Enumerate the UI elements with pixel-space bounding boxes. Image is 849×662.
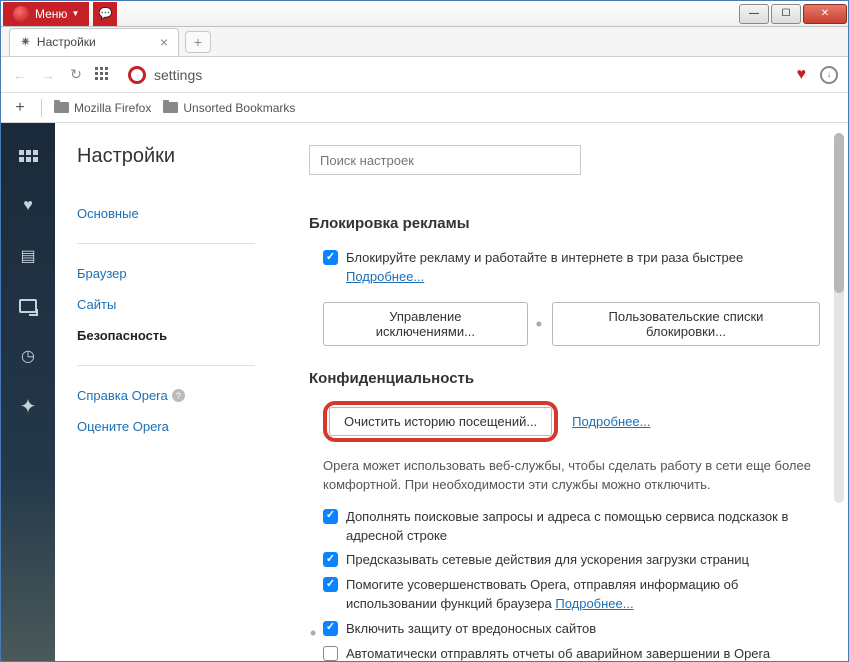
tab-title: Настройки [37, 35, 96, 49]
bookmark-bar: + Mozilla Firefox Unsorted Bookmarks [1, 93, 848, 123]
sidebar-item-sites[interactable]: Сайты [77, 289, 275, 320]
speed-dial-icon[interactable] [95, 67, 111, 83]
cb-malware-protection[interactable]: ✓ [323, 621, 338, 636]
icon-rail: ♥ ▤ ◷ ✦ [1, 123, 55, 661]
add-bookmark-button[interactable]: + [11, 99, 29, 117]
bookmark-folder-unsorted[interactable]: Unsorted Bookmarks [163, 101, 295, 115]
rail-personal-news-button[interactable] [17, 295, 39, 317]
bookmark-heart-button[interactable]: ♥ [797, 66, 807, 84]
new-tab-button[interactable]: + [185, 31, 211, 53]
separator [41, 99, 42, 117]
address-field[interactable] [121, 61, 783, 89]
settings-sidebar: Настройки Основные Браузер Сайты Безопас… [55, 123, 275, 661]
reload-button[interactable]: ↻ [67, 66, 85, 83]
scrollbar-thumb[interactable] [834, 133, 844, 293]
rail-history-button[interactable]: ◷ [17, 345, 39, 367]
cb-usage-stats[interactable]: ✓ [323, 577, 338, 592]
folder-icon [54, 102, 69, 113]
opera-menu-button[interactable]: Меню ▼ [3, 2, 89, 26]
separator [77, 243, 255, 244]
menu-label: Меню [35, 7, 67, 21]
opera-o-icon [128, 66, 146, 84]
privacy-heading: Конфиденциальность [309, 370, 820, 387]
clear-history-highlight: Очистить историю посещений... [323, 401, 558, 442]
cb-crash-reports[interactable] [323, 646, 338, 661]
settings-title: Настройки [77, 145, 275, 168]
url-input[interactable] [154, 67, 776, 83]
folder-icon [163, 102, 178, 113]
rail-speed-dial-button[interactable] [17, 145, 39, 167]
speech-bubble-button[interactable]: 💬 [93, 2, 117, 26]
custom-block-lists-button[interactable]: Пользовательские списки блокировки... [552, 302, 820, 346]
tab-settings[interactable]: ✷ Настройки × [9, 28, 179, 56]
back-button[interactable]: ← [11, 67, 29, 83]
chevron-down-icon: ▼ [71, 9, 79, 18]
block-ads-checkbox[interactable]: ✓ [323, 250, 338, 265]
main-area: ♥ ▤ ◷ ✦ Настройки Основные Браузер Сайты… [1, 123, 848, 661]
rail-bookmarks-button[interactable]: ♥ [17, 195, 39, 217]
settings-content: Блокировка рекламы ✓ Блокируйте рекламу … [275, 123, 848, 661]
ads-heading: Блокировка рекламы [309, 215, 820, 232]
ads-more-link[interactable]: Подробнее... [346, 269, 424, 284]
cb-predict-network[interactable]: ✓ [323, 552, 338, 567]
cb-predict-network-label: Предсказывать сетевые действия для ускор… [346, 551, 749, 570]
window-titlebar: Меню ▼ 💬 — ☐ ✕ [1, 1, 848, 27]
close-window-button[interactable]: ✕ [803, 4, 847, 24]
settings-search-input[interactable] [309, 145, 581, 175]
usage-more-link[interactable]: Подробнее... [555, 596, 633, 611]
manage-exceptions-button[interactable]: Управление исключениями... [323, 302, 528, 346]
forward-button[interactable]: → [39, 67, 57, 83]
cb-crash-reports-label: Автоматически отправлять отчеты об авари… [346, 645, 820, 661]
sidebar-item-help[interactable]: Справка Opera ? [77, 380, 275, 411]
privacy-description: Opera может использовать веб-службы, что… [309, 456, 820, 495]
gear-icon: ✷ [20, 34, 31, 50]
cb-malware-protection-label: Включить защиту от вредоносных сайтов [346, 620, 596, 639]
minimize-button[interactable]: — [739, 4, 769, 24]
tab-close-button[interactable]: × [150, 34, 168, 50]
privacy-more-link[interactable]: Подробнее... [572, 414, 650, 429]
sidebar-item-browser[interactable]: Браузер [77, 258, 275, 289]
tab-strip: ✷ Настройки × + [1, 27, 848, 57]
block-ads-label: Блокируйте рекламу и работайте в интерне… [346, 249, 820, 287]
cb-usage-stats-label: Помогите усовершенствовать Opera, отправ… [346, 576, 820, 614]
sidebar-item-security[interactable]: Безопасность [77, 320, 275, 351]
clear-browsing-history-button[interactable]: Очистить историю посещений... [329, 407, 552, 436]
bullet-icon: • [536, 315, 542, 333]
address-bar: ← → ↻ ♥ ↓ [1, 57, 848, 93]
rail-extensions-button[interactable]: ✦ [17, 395, 39, 417]
sidebar-item-rate[interactable]: Оцените Opera [77, 411, 275, 442]
cb-autocomplete-label: Дополнять поисковые запросы и адреса с п… [346, 508, 820, 546]
cb-autocomplete[interactable]: ✓ [323, 509, 338, 524]
help-icon: ? [172, 389, 185, 402]
maximize-button[interactable]: ☐ [771, 4, 801, 24]
rail-news-button[interactable]: ▤ [17, 245, 39, 267]
separator [77, 365, 255, 366]
scrollbar-track[interactable] [834, 133, 844, 503]
opera-logo-icon [13, 6, 29, 22]
downloads-button[interactable]: ↓ [820, 66, 838, 84]
sidebar-item-basic[interactable]: Основные [77, 198, 275, 229]
bookmark-folder-mozilla[interactable]: Mozilla Firefox [54, 101, 151, 115]
